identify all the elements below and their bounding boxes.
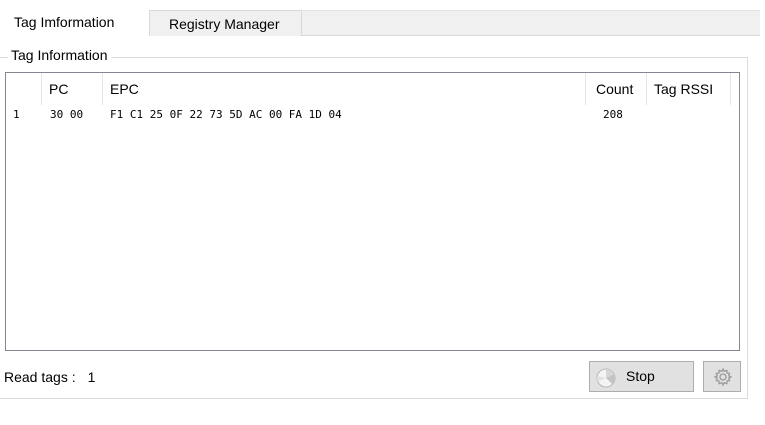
column-header-count[interactable]: Count: [586, 73, 647, 105]
row-count: 208: [603, 108, 623, 121]
read-tags-status: Read tags : 1: [4, 369, 95, 386]
table-row[interactable]: 1 30 00 F1 C1 25 0F 22 73 5D AC 00 FA 1D…: [6, 106, 739, 124]
column-header-pc[interactable]: PC: [42, 73, 103, 105]
read-tags-label: Read tags :: [4, 369, 76, 385]
tab-strip: Tag Imformation Registry Manager: [0, 0, 760, 36]
row-index: 1: [13, 108, 20, 121]
stop-button[interactable]: Stop: [589, 361, 694, 392]
group-title: Tag Information: [8, 47, 111, 64]
tag-list[interactable]: PC EPC Count Tag RSSI 1 30 00 F1 C1 25 0…: [5, 72, 740, 351]
row-epc: F1 C1 25 0F 22 73 5D AC 00 FA 1D 04: [110, 108, 342, 121]
column-header-tag-rssi[interactable]: Tag RSSI: [647, 73, 731, 105]
stop-button-label: Stop: [626, 368, 655, 384]
tab-registry-manager[interactable]: Registry Manager: [149, 10, 302, 36]
pie-chart-icon: [596, 368, 616, 388]
tab-tag-information[interactable]: Tag Imformation: [0, 2, 149, 36]
row-pc: 30 00: [50, 108, 84, 121]
column-header-index[interactable]: [6, 73, 42, 105]
tag-list-header: PC EPC Count Tag RSSI: [6, 73, 739, 105]
tab-strip-filler: [302, 10, 760, 36]
settings-button[interactable]: [703, 361, 741, 392]
gear-icon: [713, 367, 733, 387]
column-header-epc[interactable]: EPC: [103, 73, 586, 105]
read-tags-count: 1: [87, 369, 96, 385]
